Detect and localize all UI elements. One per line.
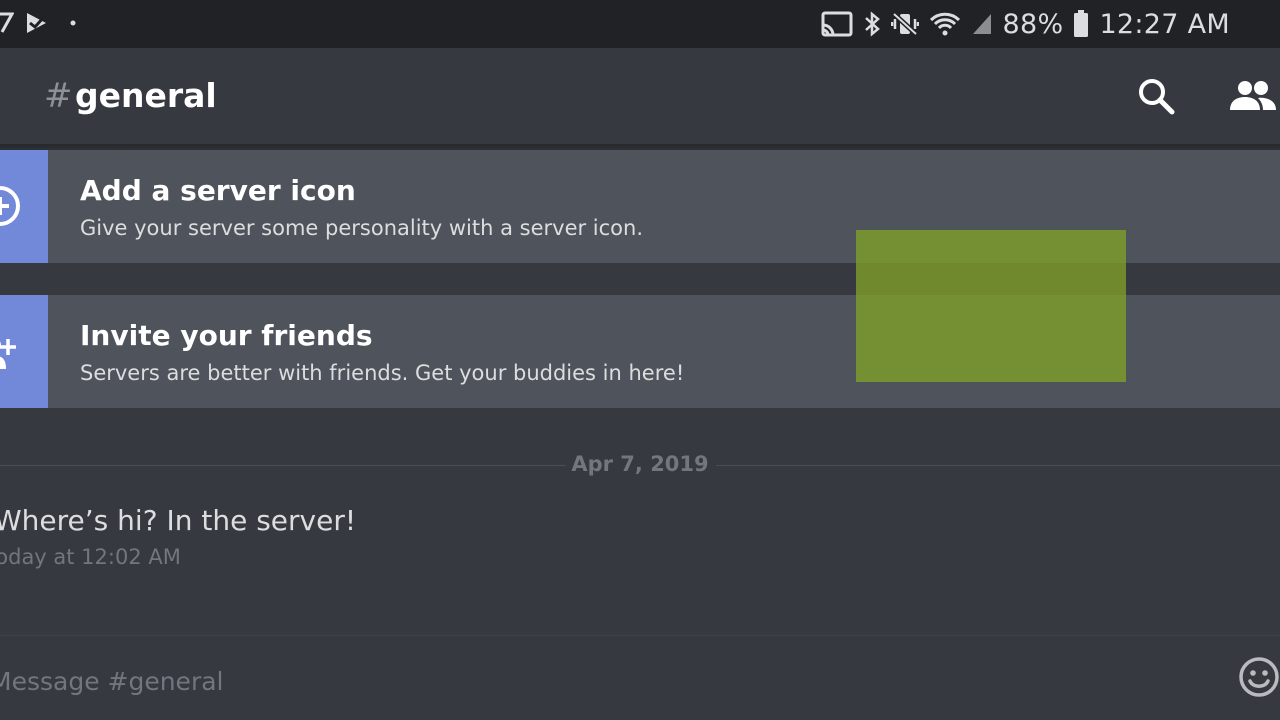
highlight-overlay <box>856 230 1126 382</box>
status-bar-right: 88% 12:27 AM <box>821 0 1230 48</box>
date-divider: Apr 7, 2019 <box>571 452 709 476</box>
cast-icon <box>821 11 853 37</box>
composer-separator <box>0 635 1280 636</box>
card-title: Add a server icon <box>80 174 356 207</box>
date-divider-line-right <box>716 465 1280 466</box>
plus-circle-icon <box>0 184 22 232</box>
members-icon[interactable] <box>1228 78 1280 118</box>
dot-icon <box>70 20 76 26</box>
check-notification-icon <box>24 10 50 36</box>
card-title: Invite your friends <box>80 319 373 352</box>
notification-icon <box>0 10 14 36</box>
message-input[interactable] <box>0 660 1192 702</box>
channel-hash-icon: # <box>44 76 73 116</box>
bluetooth-icon <box>863 11 881 37</box>
emoji-icon[interactable] <box>1238 656 1280 702</box>
message-text: Where’s hi? In the server! <box>0 504 357 537</box>
search-icon[interactable] <box>1136 76 1176 120</box>
battery-icon <box>1073 10 1089 38</box>
signal-icon <box>971 12 993 36</box>
card-subtitle: Servers are better with friends. Get you… <box>80 361 685 385</box>
vibrate-mute-icon <box>890 11 919 37</box>
message-timestamp: Today at 12:02 AM <box>0 545 181 569</box>
wifi-icon <box>929 11 961 37</box>
channel-title: general <box>75 76 217 115</box>
card-accent <box>0 150 48 263</box>
clock: 12:27 AM <box>1099 8 1230 40</box>
battery-percent: 88% <box>1002 8 1064 40</box>
app-root: 88% 12:27 AM # general Add a server icon… <box>0 0 1280 720</box>
status-bar-left <box>0 10 76 36</box>
status-bar: 88% 12:27 AM <box>0 0 1280 48</box>
add-user-icon <box>0 333 20 375</box>
card-subtitle: Give your server some personality with a… <box>80 216 644 240</box>
date-divider-line-left <box>0 465 566 466</box>
card-accent <box>0 295 48 408</box>
